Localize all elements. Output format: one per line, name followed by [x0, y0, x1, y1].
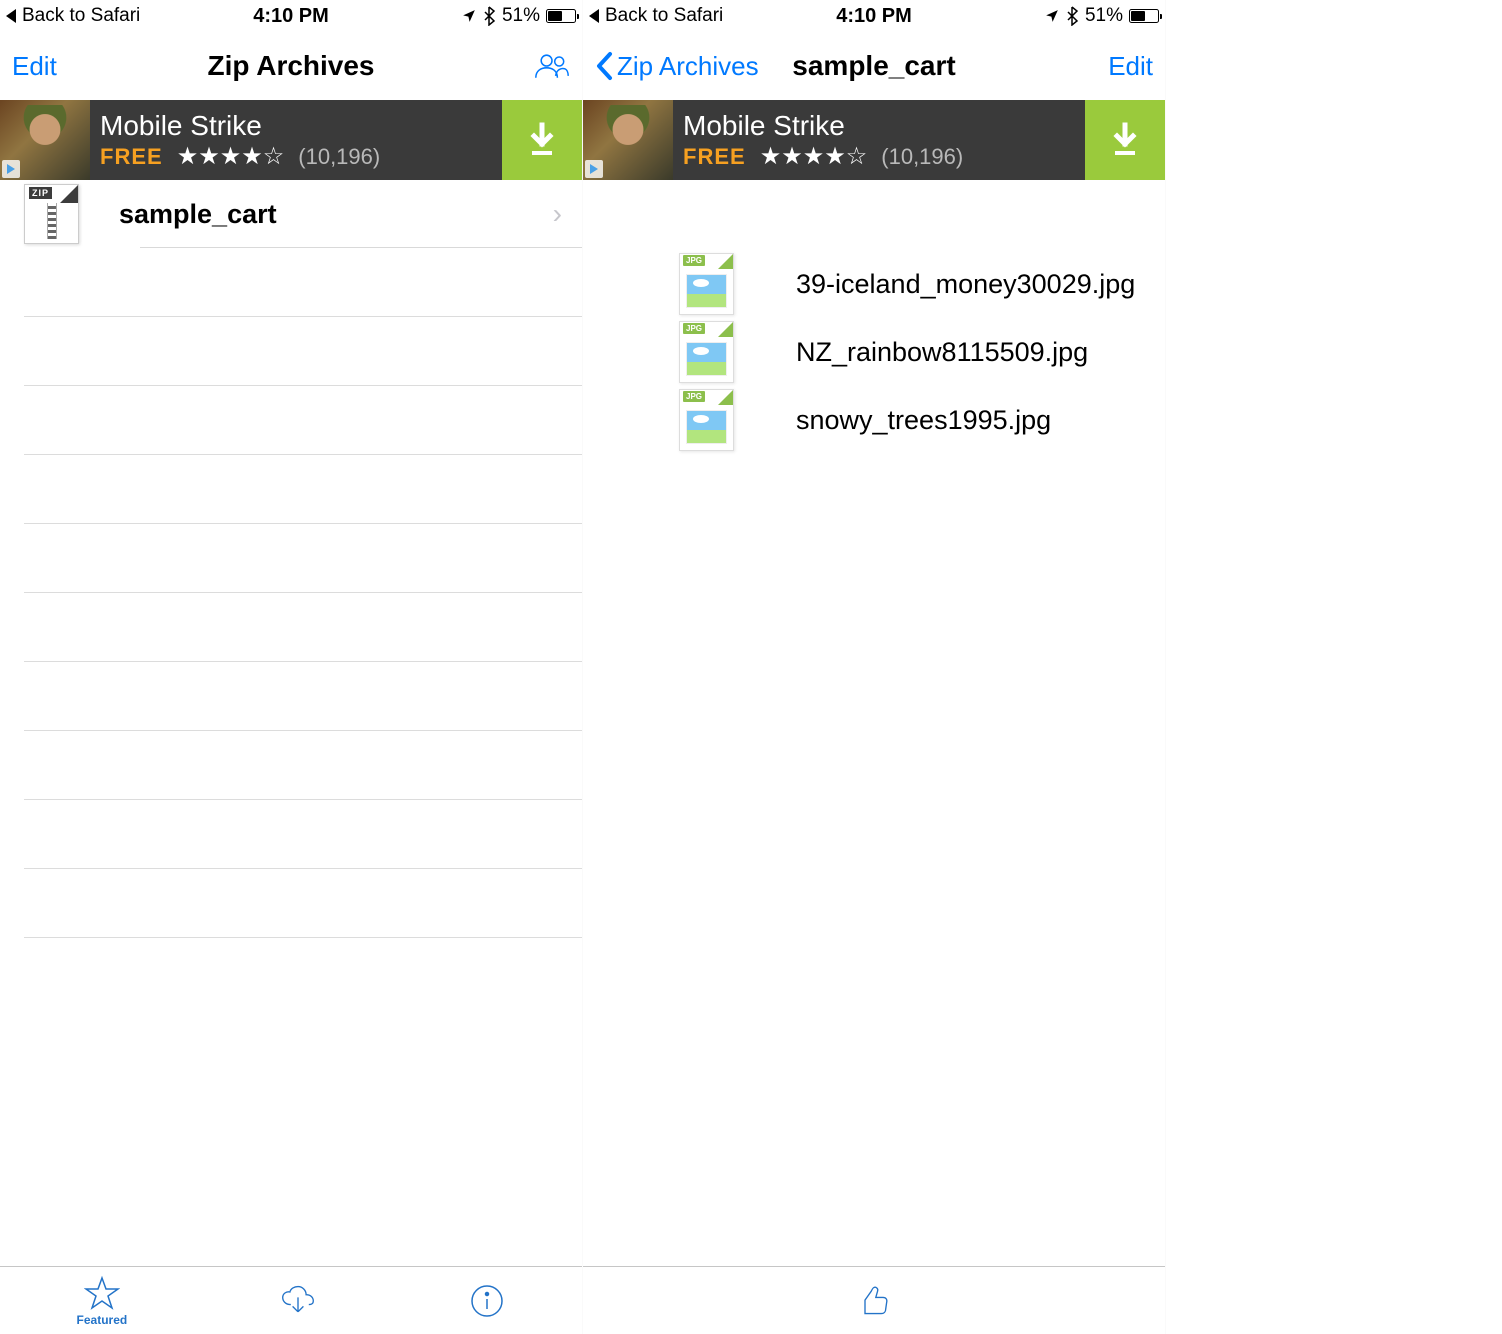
- info-icon: [469, 1283, 505, 1319]
- phone-left: Back to Safari 4:10 PM 51% Edit Zip Arch…: [0, 0, 583, 1334]
- ad-thumbnail: [583, 100, 673, 180]
- file-row[interactable]: JPG 39-iceland_money30029.jpg: [583, 250, 1165, 318]
- tab-featured[interactable]: Featured: [77, 1275, 128, 1327]
- ad-download-button[interactable]: [502, 100, 582, 180]
- list-separator: [0, 869, 582, 938]
- list-separator: [0, 455, 582, 524]
- navbar-title: sample_cart: [792, 50, 955, 82]
- back-to-app[interactable]: Back to Safari: [589, 5, 723, 27]
- location-icon: [1045, 9, 1059, 23]
- chevron-back-icon: [595, 51, 613, 81]
- status-bar: Back to Safari 4:10 PM 51%: [583, 0, 1165, 32]
- battery-icon: [1129, 9, 1159, 23]
- jpg-file-icon: JPG: [679, 253, 734, 315]
- list-separator: [0, 662, 582, 731]
- back-app-label: Back to Safari: [22, 5, 140, 27]
- list-separator: [583, 799, 1165, 868]
- status-time: 4:10 PM: [253, 5, 329, 28]
- zip-file-icon: ZIP: [24, 184, 79, 244]
- ad-title: Mobile Strike: [100, 110, 502, 142]
- back-to-app[interactable]: Back to Safari: [6, 5, 140, 27]
- location-icon: [462, 9, 476, 23]
- star-icon: [84, 1275, 120, 1311]
- ad-rating-count: (10,196): [298, 144, 380, 170]
- status-bar: Back to Safari 4:10 PM 51%: [0, 0, 582, 32]
- list-separator: [0, 731, 582, 800]
- list-separator: [0, 800, 582, 869]
- back-button[interactable]: Zip Archives: [595, 51, 759, 82]
- back-app-label: Back to Safari: [605, 5, 723, 27]
- file-name: 39-iceland_money30029.jpg: [734, 269, 1165, 300]
- list-separator: [0, 524, 582, 593]
- status-time: 4:10 PM: [836, 5, 912, 28]
- list-separator: [0, 248, 582, 317]
- back-triangle-icon: [589, 9, 599, 23]
- list-separator: [583, 523, 1165, 592]
- ad-stars: ★★★★☆: [177, 145, 285, 169]
- archive-list[interactable]: ZIP sample_cart ›: [0, 180, 582, 1266]
- tab-like[interactable]: [856, 1283, 892, 1319]
- battery-percent: 51%: [502, 5, 540, 27]
- list-separator: [0, 386, 582, 455]
- edit-button[interactable]: Edit: [1108, 51, 1153, 82]
- file-name: NZ_rainbow8115509.jpg: [734, 337, 1165, 368]
- tab-info[interactable]: [469, 1283, 505, 1319]
- file-list[interactable]: JPG 39-iceland_money30029.jpg JPG NZ_rai…: [583, 180, 1165, 1266]
- file-row[interactable]: JPG NZ_rainbow8115509.jpg: [583, 318, 1165, 386]
- file-row[interactable]: JPG snowy_trees1995.jpg: [583, 386, 1165, 454]
- navbar: Zip Archives sample_cart Edit: [583, 32, 1165, 100]
- ad-stars: ★★★★☆: [760, 145, 868, 169]
- list-separator: [583, 661, 1165, 730]
- battery-icon: [546, 9, 576, 23]
- jpg-file-icon: JPG: [679, 321, 734, 383]
- thumbs-up-icon: [856, 1283, 892, 1319]
- tabbar: [583, 1266, 1165, 1334]
- list-separator: [0, 317, 582, 386]
- ad-download-button[interactable]: [1085, 100, 1165, 180]
- contacts-button[interactable]: [534, 51, 570, 81]
- tabbar: Featured: [0, 1266, 582, 1334]
- download-icon: [524, 122, 560, 158]
- file-name: snowy_trees1995.jpg: [734, 405, 1165, 436]
- ad-banner[interactable]: Mobile Strike FREE ★★★★☆ (10,196): [0, 100, 582, 180]
- back-triangle-icon: [6, 9, 16, 23]
- ad-title: Mobile Strike: [683, 110, 1085, 142]
- ad-free-label: FREE: [100, 144, 163, 170]
- phone-right: Back to Safari 4:10 PM 51% Zip Archives …: [583, 0, 1166, 1334]
- bluetooth-icon: [482, 6, 496, 26]
- list-separator: [583, 592, 1165, 661]
- archive-name: sample_cart: [79, 199, 553, 230]
- download-icon: [1107, 122, 1143, 158]
- edit-button[interactable]: Edit: [12, 51, 57, 82]
- list-separator: [0, 593, 582, 662]
- chevron-right-icon: ›: [553, 198, 582, 230]
- tab-cloud[interactable]: [280, 1283, 316, 1319]
- adchoices-icon: [2, 160, 20, 178]
- cloud-download-icon: [280, 1283, 316, 1319]
- archive-row[interactable]: ZIP sample_cart ›: [0, 180, 582, 248]
- navbar-title: Zip Archives: [207, 50, 374, 82]
- navbar: Edit Zip Archives: [0, 32, 582, 100]
- adchoices-icon: [585, 160, 603, 178]
- ad-thumbnail: [0, 100, 90, 180]
- bluetooth-icon: [1065, 6, 1079, 26]
- contacts-icon: [534, 51, 570, 81]
- ad-free-label: FREE: [683, 144, 746, 170]
- list-separator: [583, 454, 1165, 523]
- ad-rating-count: (10,196): [881, 144, 963, 170]
- ad-banner[interactable]: Mobile Strike FREE ★★★★☆ (10,196): [583, 100, 1165, 180]
- tab-featured-label: Featured: [77, 1313, 128, 1327]
- back-button-label: Zip Archives: [617, 51, 759, 82]
- jpg-file-icon: JPG: [679, 389, 734, 451]
- list-separator: [583, 730, 1165, 799]
- battery-percent: 51%: [1085, 5, 1123, 27]
